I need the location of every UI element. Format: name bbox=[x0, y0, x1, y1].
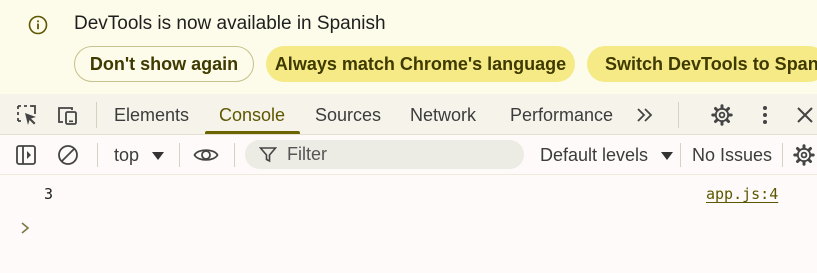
chevron-down-icon bbox=[661, 152, 674, 161]
log-value: 3 bbox=[44, 185, 54, 203]
tab-elements[interactable]: Elements bbox=[114, 94, 189, 134]
issues-counter[interactable]: No Issues bbox=[692, 135, 772, 173]
inspect-element-icon[interactable] bbox=[16, 104, 38, 126]
tab-sources[interactable]: Sources bbox=[315, 94, 381, 134]
context-selector[interactable]: top bbox=[114, 135, 165, 173]
console-settings-icon[interactable] bbox=[793, 144, 815, 166]
toolbar-divider bbox=[234, 143, 235, 167]
device-toolbar-icon[interactable] bbox=[56, 104, 78, 126]
console-output: 3 app.js:4 bbox=[0, 176, 817, 273]
toolbar-divider bbox=[680, 143, 681, 167]
context-selector-label: top bbox=[114, 145, 140, 165]
toolbar-divider bbox=[782, 143, 783, 167]
devtools-tab-bar: Elements Console Sources Network Perform… bbox=[0, 94, 817, 135]
dont-show-again-button[interactable]: Don't show again bbox=[74, 46, 254, 82]
filter-input[interactable] bbox=[287, 140, 517, 169]
tab-network[interactable]: Network bbox=[410, 94, 476, 134]
info-icon bbox=[28, 15, 48, 35]
log-levels-label: Default levels bbox=[540, 145, 649, 165]
console-toolbar: top Default levels No Issues bbox=[0, 135, 817, 175]
close-icon[interactable] bbox=[794, 104, 816, 126]
active-tab-indicator bbox=[205, 131, 300, 134]
log-source-link[interactable]: app.js:4 bbox=[706, 185, 778, 203]
tab-console[interactable]: Console bbox=[219, 94, 285, 134]
settings-gear-icon[interactable] bbox=[711, 104, 733, 126]
more-options-icon[interactable] bbox=[754, 104, 776, 126]
toolbar-divider bbox=[96, 102, 97, 128]
tab-performance[interactable]: Performance bbox=[510, 94, 613, 134]
sidebar-toggle-icon[interactable] bbox=[15, 144, 37, 166]
toolbar-divider bbox=[678, 102, 679, 128]
chevron-down-icon bbox=[152, 152, 165, 161]
toolbar-divider bbox=[179, 143, 180, 167]
switch-language-button[interactable]: Switch DevTools to Spanis bbox=[587, 46, 817, 82]
clear-console-icon[interactable] bbox=[57, 144, 79, 166]
filter-icon bbox=[259, 147, 277, 163]
infobar-message: DevTools is now available in Spanish bbox=[74, 13, 386, 34]
toolbar-divider bbox=[97, 143, 98, 167]
log-levels-dropdown[interactable]: Default levels bbox=[540, 135, 674, 173]
more-tabs-icon[interactable] bbox=[634, 104, 656, 126]
live-expression-eye-icon[interactable] bbox=[193, 144, 219, 166]
filter-box[interactable] bbox=[245, 140, 524, 169]
always-match-language-button[interactable]: Always match Chrome's language bbox=[266, 46, 575, 82]
language-infobar: DevTools is now available in Spanish Don… bbox=[0, 0, 817, 94]
console-prompt-chevron-icon bbox=[21, 222, 30, 234]
